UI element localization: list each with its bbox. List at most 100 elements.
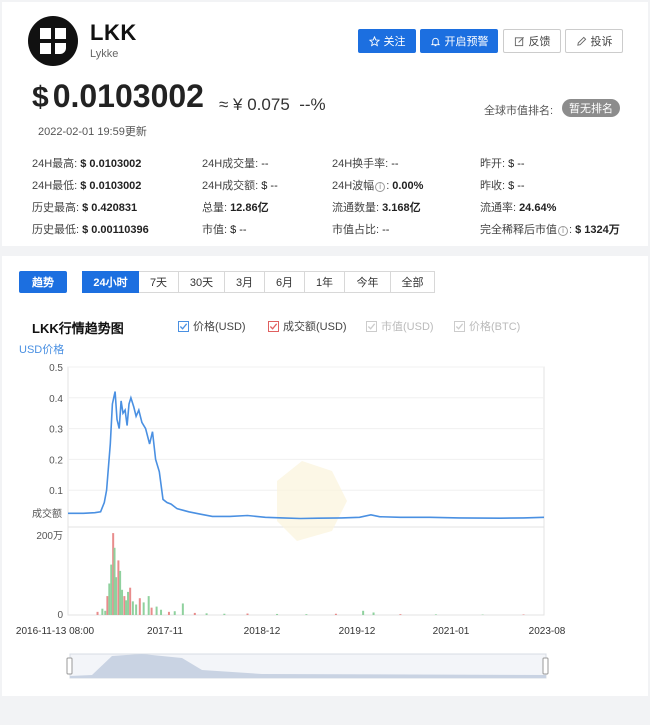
- volume-bar: [123, 596, 126, 615]
- price-cny-change: ≈ ¥ 0.075 --%: [219, 95, 326, 115]
- coin-name: Lykke: [90, 48, 119, 60]
- lykke-logo-icon: [28, 16, 78, 66]
- stat-label: 24H成交量:: [202, 158, 259, 170]
- y-tick-label: 0.3: [49, 425, 63, 436]
- stat-label: 24H最高:: [32, 158, 78, 170]
- feedback-button[interactable]: 反馈: [503, 29, 561, 53]
- stat-item: 完全稀释后市值 i: $ 1324万: [480, 224, 620, 236]
- volume-bar: [334, 613, 337, 615]
- stat-label: 历史最高:: [32, 202, 80, 214]
- stat-value: --: [261, 158, 269, 170]
- stat-label: 流通数量:: [332, 202, 380, 214]
- stat-item: 昨开: $ --: [480, 155, 525, 171]
- volume-bar: [434, 614, 437, 615]
- rank-badge: 暂无排名: [562, 99, 620, 117]
- watermark-logo: [277, 461, 347, 541]
- stat-value: 24.64%: [519, 202, 557, 214]
- volume-bar: [193, 612, 196, 615]
- cny-price: ≈ ¥ 0.075: [219, 95, 290, 114]
- stat-value: $ --: [230, 224, 247, 236]
- stat-item: 24H最低: $ 0.0103002: [32, 177, 141, 193]
- follow-button[interactable]: 关注: [358, 29, 416, 53]
- volume-bar: [150, 607, 153, 615]
- stat-item: 总量: 12.86亿: [202, 199, 269, 215]
- stat-label: 市值:: [202, 224, 228, 236]
- volume-bar: [142, 602, 145, 615]
- volume-bar: [119, 570, 122, 615]
- x-tick-label: 2021-01: [433, 626, 470, 637]
- zoom-handle-left[interactable]: [66, 657, 73, 675]
- volume-bar: [160, 609, 163, 615]
- bell-icon: [430, 37, 440, 46]
- complaint-button[interactable]: 投诉: [565, 29, 623, 53]
- volume-bar: [108, 583, 111, 615]
- stat-label: 市值占比:: [332, 224, 380, 236]
- stat-label: 24H波幅: [332, 180, 375, 192]
- x-tick-label: 2019-12: [339, 626, 376, 637]
- x-tick-label: 2017-11: [147, 626, 183, 637]
- volume-bar: [127, 591, 130, 615]
- y-tick-label: 0.2: [49, 455, 63, 466]
- x-tick-label: 2016-11-13 08:00: [16, 626, 95, 637]
- update-time: 2022-02-01 19:59更新: [38, 126, 147, 138]
- price-chart: USD价格 0.5 0.4 0.3 0.2 0.1 成交额 200万 0 2016-11-13 0…: [16, 342, 566, 679]
- stat-value: 3.168亿: [382, 202, 421, 214]
- volume-bar: [101, 608, 104, 615]
- stat-item: 24H成交量: --: [202, 155, 269, 171]
- volume-bar: [181, 603, 184, 615]
- stat-item: 24H最高: $ 0.0103002: [32, 155, 141, 171]
- stat-value: 12.86亿: [230, 202, 269, 214]
- volume-bar: [522, 614, 525, 615]
- y-axis-title: USD价格: [19, 342, 64, 356]
- price-change: --%: [299, 95, 326, 114]
- stat-label: 昨开:: [480, 158, 506, 170]
- volume-bar: [362, 610, 365, 615]
- stat-label: 完全稀释后市值: [480, 224, 557, 236]
- enable-alert-button[interactable]: 开启预警: [420, 29, 498, 53]
- volume-bar: [121, 589, 124, 615]
- feedback-label: 反馈: [528, 36, 551, 48]
- volume-bar: [138, 598, 141, 615]
- stat-item: 24H波幅 i:0.00%: [332, 180, 424, 192]
- stat-value: 0.00%: [392, 180, 424, 192]
- usd-price-value: 0.0103002: [52, 78, 204, 114]
- stat-value: $ 1324万: [575, 224, 620, 236]
- volume-bar: [305, 614, 308, 615]
- zoom-handle-right[interactable]: [542, 657, 549, 675]
- star-icon: [368, 35, 380, 47]
- volume-bar: [372, 612, 375, 615]
- volume-tick-label: 0: [57, 610, 63, 621]
- volume-bar: [131, 601, 134, 615]
- edit-icon: [514, 36, 524, 46]
- x-tick-label: 2018-12: [244, 626, 281, 637]
- info-icon[interactable]: i: [375, 182, 386, 192]
- stat-value: $ --: [508, 158, 525, 170]
- volume-bar: [205, 613, 208, 615]
- volume-bar: [104, 610, 107, 615]
- volume-bar: [125, 600, 128, 615]
- chart-card: 趋势 24小时 7天 30天 3月 6月 1年 今年 全部 LKK行情趋势图 价格(USD) 成…: [2, 256, 648, 696]
- info-icon[interactable]: i: [558, 226, 568, 236]
- stat-label: 24H换手率:: [332, 158, 389, 170]
- stat-label: 24H最低:: [32, 180, 78, 192]
- stat-value: $ 0.0103002: [80, 158, 142, 170]
- stat-item: 24H换手率: --: [332, 155, 399, 171]
- volume-bar: [115, 577, 118, 615]
- stat-item: 市值: $ --: [202, 221, 247, 237]
- volume-bar: [129, 587, 132, 615]
- stat-label: 流通率:: [480, 202, 517, 214]
- stat-item: 市值占比: --: [332, 221, 389, 237]
- volume-bar: [155, 606, 158, 615]
- y-tick-label: 0.4: [49, 394, 63, 405]
- stat-label: 历史最低:: [32, 224, 80, 236]
- coin-overview-card: LKK Lykke 关注 开启预警 反馈 投诉 $0.0103002 ≈ ¥ 0…: [2, 2, 648, 246]
- volume-bar: [167, 611, 170, 615]
- stat-label: 昨收:: [480, 180, 506, 192]
- stat-item: 24H成交额: $ --: [202, 177, 278, 193]
- stat-value: $ 0.00110396: [82, 224, 149, 236]
- complaint-label: 投诉: [590, 36, 613, 48]
- stat-label: 总量:: [202, 202, 228, 214]
- stat-item: 历史最低: $ 0.00110396: [32, 221, 149, 237]
- volume-bar: [135, 604, 138, 615]
- volume-axis-title: 成交额: [32, 507, 62, 520]
